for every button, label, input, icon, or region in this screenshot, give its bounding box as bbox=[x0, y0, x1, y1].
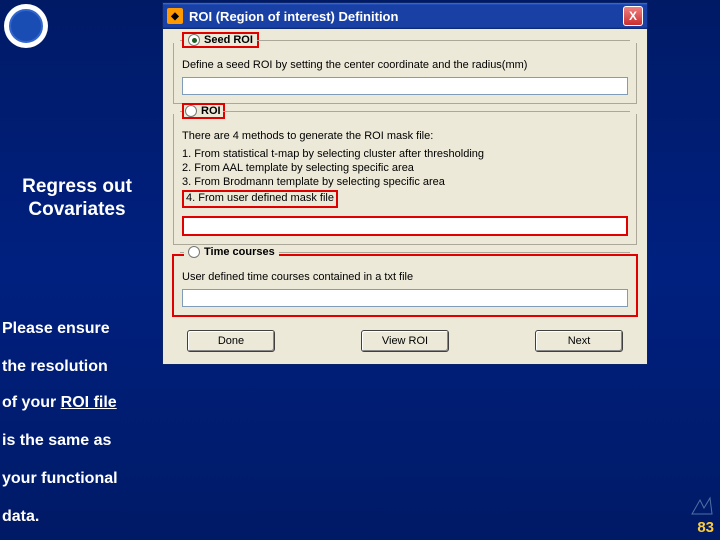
view-roi-button[interactable]: View ROI bbox=[361, 330, 449, 352]
dialog-titlebar[interactable]: ◆ ROI (Region of interest) Definition X bbox=[163, 3, 647, 29]
roi-method-1: 1. From statistical t-map by selecting c… bbox=[182, 148, 628, 162]
time-courses-desc: User defined time courses contained in a… bbox=[182, 271, 628, 283]
roi-method-4-highlight: 4. From user defined mask file bbox=[182, 190, 338, 208]
roi-radio-highlight: ROI bbox=[182, 103, 225, 119]
time-courses-input[interactable] bbox=[182, 289, 628, 307]
roi-mask-input[interactable] bbox=[182, 216, 628, 236]
seed-roi-input[interactable] bbox=[182, 77, 628, 95]
close-icon: X bbox=[629, 9, 637, 23]
roi-methods-list: 1. From statistical t-map by selecting c… bbox=[182, 148, 628, 208]
roi-method-4: 4. From user defined mask file bbox=[186, 192, 334, 204]
time-courses-radio-wrap: Time courses bbox=[184, 246, 279, 258]
annotation-line-5: your functional bbox=[2, 470, 162, 488]
roi-method-3: 3. From Brodmann template by selecting s… bbox=[182, 176, 628, 190]
annotation-line-3: of your ROI file bbox=[2, 394, 162, 412]
annotation-heading: Regress out Covariates bbox=[2, 176, 152, 222]
annotation-line-1: Please ensure bbox=[2, 320, 162, 338]
seed-roi-group: Seed ROI Define a seed ROI by setting th… bbox=[173, 43, 637, 104]
time-courses-radio[interactable] bbox=[188, 246, 200, 258]
slide-number: 83 bbox=[697, 519, 714, 536]
seed-roi-radio-highlight: Seed ROI bbox=[182, 32, 259, 48]
dialog-title: ROI (Region of interest) Definition bbox=[189, 9, 623, 24]
roi-radio-label: ROI bbox=[201, 105, 221, 117]
logo-inner bbox=[9, 9, 43, 43]
seed-roi-radio-label: Seed ROI bbox=[204, 34, 253, 46]
done-button[interactable]: Done bbox=[187, 330, 275, 352]
roi-group: ROI There are 4 methods to generate the … bbox=[173, 114, 637, 245]
roi-desc: There are 4 methods to generate the ROI … bbox=[182, 130, 628, 142]
roi-radio[interactable] bbox=[185, 105, 197, 117]
annotation-line-2: the resolution bbox=[2, 358, 162, 376]
institute-logo bbox=[4, 4, 48, 48]
time-courses-radio-label: Time courses bbox=[204, 246, 275, 258]
time-courses-group: Time courses User defined time courses c… bbox=[173, 255, 637, 316]
roi-definition-dialog: ◆ ROI (Region of interest) Definition X … bbox=[162, 2, 648, 365]
seed-roi-desc: Define a seed ROI by setting the center … bbox=[182, 59, 628, 71]
corner-decoration-icon bbox=[690, 496, 714, 516]
next-button[interactable]: Next bbox=[535, 330, 623, 352]
close-button[interactable]: X bbox=[623, 6, 643, 26]
roi-method-2: 2. From AAL template by selecting specif… bbox=[182, 162, 628, 176]
matlab-icon: ◆ bbox=[167, 8, 183, 24]
annotation-line-4: is the same as bbox=[2, 432, 162, 450]
seed-roi-radio[interactable] bbox=[188, 34, 200, 46]
annotation-line-6: data. bbox=[2, 508, 162, 526]
dialog-body: Seed ROI Define a seed ROI by setting th… bbox=[163, 29, 647, 364]
dialog-button-row: Done View ROI Next bbox=[173, 326, 637, 354]
